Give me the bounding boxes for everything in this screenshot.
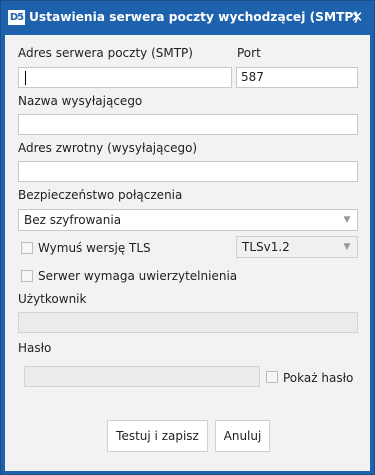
show-password-label: Pokaż hasło	[283, 371, 354, 385]
app-logo: D5	[8, 10, 25, 25]
reply-address-input[interactable]	[18, 161, 358, 182]
text-caret	[25, 71, 26, 85]
dialog-body: Adres serwera poczty (SMTP) Port 587 Naz…	[5, 35, 370, 471]
close-icon[interactable]: ✕	[348, 8, 366, 26]
smtp-server-label: Adres serwera poczty (SMTP)	[18, 46, 193, 60]
sender-name-label: Nazwa wysyłającego	[18, 94, 143, 108]
tls-version-selected-value: TLSv1.2	[242, 240, 290, 254]
smtp-settings-dialog: D5 Ustawienia serwera poczty wychodzącej…	[0, 0, 375, 475]
password-input[interactable]	[24, 366, 260, 387]
smtp-server-input[interactable]	[18, 67, 232, 88]
password-label: Hasło	[18, 341, 52, 355]
sender-name-input[interactable]	[18, 114, 358, 135]
show-password-checkbox[interactable]	[266, 371, 278, 383]
user-input[interactable]	[18, 312, 358, 333]
requires-auth-label: Serwer wymaga uwierzytelnienia	[38, 269, 238, 283]
test-and-save-button[interactable]: Testuj i zapisz	[107, 420, 208, 452]
requires-auth-checkbox[interactable]	[21, 270, 33, 282]
user-label: Użytkownik	[18, 292, 87, 306]
chevron-down-icon: ▼	[343, 215, 351, 225]
chevron-down-icon: ▼	[343, 242, 351, 252]
port-label: Port	[237, 46, 261, 60]
cancel-button[interactable]: Anuluj	[215, 420, 270, 452]
security-select[interactable]: Bez szyfrowania ▼	[18, 209, 358, 231]
security-selected-value: Bez szyfrowania	[24, 213, 122, 227]
port-input[interactable]: 587	[236, 67, 358, 88]
tls-version-select[interactable]: TLSv1.2 ▼	[236, 236, 358, 258]
security-label: Bezpieczeństwo połączenia	[18, 188, 183, 202]
reply-address-label: Adres zwrotny (wysyłającego)	[18, 141, 198, 155]
force-tls-label: Wymuś wersję TLS	[38, 241, 151, 255]
title-bar: D5 Ustawienia serwera poczty wychodzącej…	[1, 1, 374, 35]
force-tls-checkbox[interactable]	[21, 242, 33, 254]
dialog-title: Ustawienia serwera poczty wychodzącej (S…	[29, 10, 359, 24]
